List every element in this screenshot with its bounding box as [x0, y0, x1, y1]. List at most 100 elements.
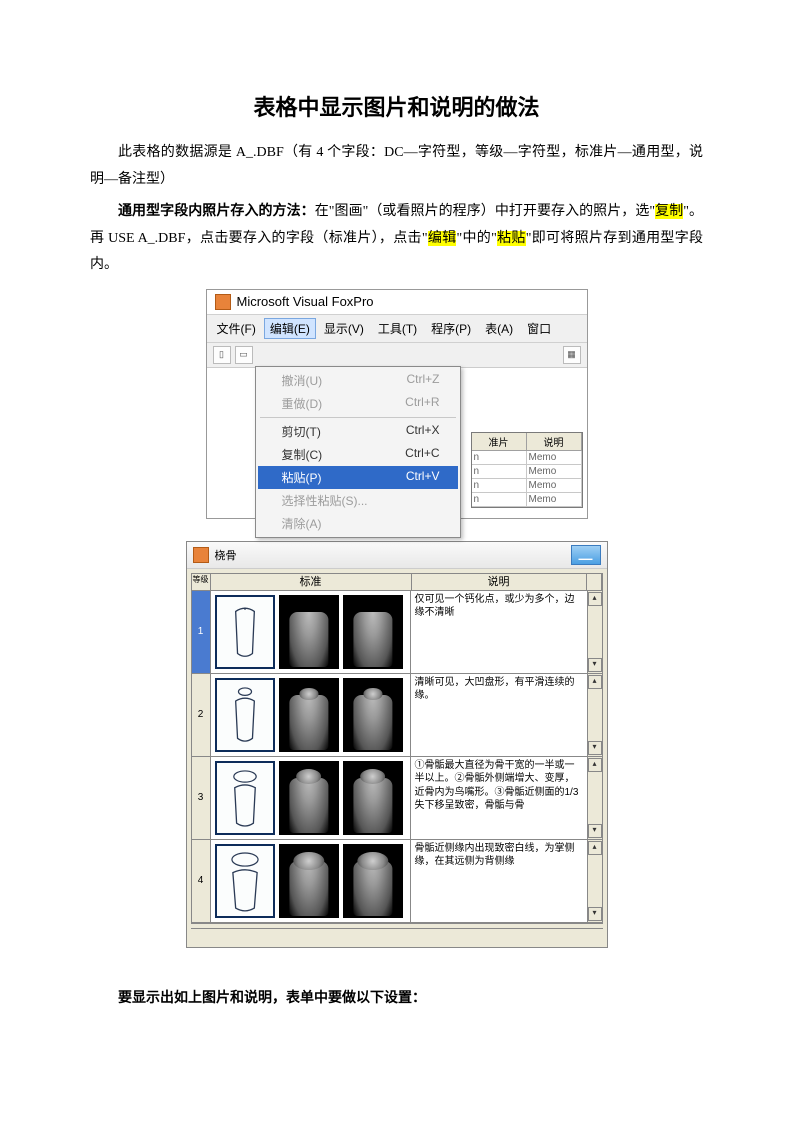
scroll-down-icon[interactable]: ▾	[588, 658, 602, 672]
bone-grid: 等级 1 2 3 4 标准 说明	[191, 573, 603, 924]
bone-window: 桡骨 — 等级 1 2 3 4 标准 说明	[186, 541, 608, 948]
method-lead: 通用型字段内照片存入的方法：	[118, 204, 315, 219]
foxpro-icon	[215, 294, 231, 310]
edit-dropdown: 撤消(U) Ctrl+Z 重做(D) Ctrl+R 剪切(T) Ctrl+X 复…	[255, 366, 461, 538]
bone-window-titlebar: 桡骨 —	[187, 542, 607, 569]
highlight-paste: 粘贴	[497, 231, 526, 246]
table-browse: 准片 说明 nMemo nMemo nMemo nMemo	[471, 432, 583, 508]
highlight-copy: 复制	[655, 204, 683, 219]
cell-desc: 骨骺近侧缘内出现致密白线，为掌侧缘，在其远侧为背侧缘	[411, 840, 588, 922]
edit-redo-label: 重做(D)	[282, 395, 323, 412]
xray-thumb-icon	[343, 761, 403, 835]
scroll-up-icon[interactable]: ▴	[588, 758, 602, 772]
edit-paste-accel: Ctrl+V	[406, 469, 440, 486]
edit-clear[interactable]: 清除(A)	[258, 512, 458, 535]
highlight-edit: 编辑	[428, 231, 457, 246]
cell-scrollbar[interactable]: ▴▾	[588, 674, 602, 756]
xray-thumb-icon	[279, 844, 339, 918]
tool-grid-icon[interactable]: ▦	[563, 346, 581, 364]
menu-table[interactable]: 表(A)	[479, 318, 519, 339]
dropdown-separator	[260, 417, 456, 418]
xray-thumb-icon	[343, 678, 403, 752]
cell-images	[211, 757, 411, 839]
cell-images	[211, 674, 411, 756]
intro-paragraph: 此表格的数据源是 A_.DBF（有 4 个字段：DC—字符型，等级—字符型，标准…	[90, 140, 703, 193]
scroll-down-icon[interactable]: ▾	[588, 907, 602, 921]
menu-view[interactable]: 显示(V)	[318, 318, 370, 339]
table-row[interactable]: nMemo	[472, 479, 582, 493]
bone-sketch-icon	[215, 844, 275, 918]
xray-thumb-icon	[343, 844, 403, 918]
bone-sketch-icon	[215, 761, 275, 835]
menu-file[interactable]: 文件(F)	[211, 318, 262, 339]
page-title: 表格中显示图片和说明的做法	[90, 90, 703, 122]
grid-row[interactable]: 仅可见一个钙化点，或少为多个，边缘不清晰 ▴▾	[211, 591, 602, 674]
edit-redo[interactable]: 重做(D) Ctrl+R	[258, 392, 458, 415]
foxpro-icon	[193, 547, 209, 563]
row-header-4[interactable]: 4	[192, 840, 210, 923]
grid-column-headers: 标准 说明	[211, 574, 602, 591]
grid-row[interactable]: 骨骺近侧缘内出现致密白线，为掌侧缘，在其远侧为背侧缘 ▴▾	[211, 840, 602, 923]
tool-open-icon[interactable]: ▭	[235, 346, 253, 364]
cell-scrollbar[interactable]: ▴▾	[588, 840, 602, 922]
col-header-desc[interactable]: 说明	[412, 574, 587, 590]
footer-paragraph: 要显示出如上图片和说明，表单中要做以下设置：	[90, 986, 703, 1013]
bone-sketch-icon	[215, 678, 275, 752]
scroll-down-icon[interactable]: ▾	[588, 824, 602, 838]
foxpro-menubar: 文件(F) 编辑(E) 显示(V) 工具(T) 程序(P) 表(A) 窗口	[207, 314, 587, 343]
xray-thumb-icon	[279, 761, 339, 835]
method-seg3: "中的"	[456, 231, 496, 246]
bone-sketch-icon	[215, 595, 275, 669]
foxpro-toolbar: ▯ ▭ ▦ 撤消(U) Ctrl+Z 重做(D) Ctrl+R 剪切(T) Ct…	[207, 343, 587, 368]
table-row[interactable]: nMemo	[472, 465, 582, 479]
row-header-3[interactable]: 3	[192, 757, 210, 840]
cell-scrollbar[interactable]: ▴▾	[588, 757, 602, 839]
tool-new-icon[interactable]: ▯	[213, 346, 231, 364]
row-header-1[interactable]: 1	[192, 591, 210, 674]
grid-row[interactable]: 清晰可见，大凹盘形，有平滑连续的缘。 ▴▾	[211, 674, 602, 757]
menu-program[interactable]: 程序(P)	[425, 318, 477, 339]
edit-paste-special[interactable]: 选择性粘贴(S)...	[258, 489, 458, 512]
scroll-down-icon[interactable]: ▾	[588, 741, 602, 755]
edit-paste[interactable]: 粘贴(P) Ctrl+V	[258, 466, 458, 489]
edit-cut[interactable]: 剪切(T) Ctrl+X	[258, 420, 458, 443]
foxpro-titlebar: Microsoft Visual FoxPro	[207, 290, 587, 314]
foxpro-title: Microsoft Visual FoxPro	[237, 294, 374, 309]
col-standard[interactable]: 准片	[472, 433, 527, 451]
cell-images	[211, 840, 411, 922]
cell-desc: ①骨骺最大直径为骨干宽的一半或一半以上。②骨骺外侧端增大、变厚，近骨内为鸟嘴形。…	[411, 757, 588, 839]
col-header-standard[interactable]: 标准	[211, 574, 412, 590]
edit-copy[interactable]: 复制(C) Ctrl+C	[258, 443, 458, 466]
scroll-up-icon[interactable]: ▴	[588, 592, 602, 606]
row-header-2[interactable]: 2	[192, 674, 210, 757]
scrollbar-head	[587, 574, 602, 590]
menu-window[interactable]: 窗口	[521, 318, 557, 339]
table-row[interactable]: nMemo	[472, 451, 582, 465]
minimize-button[interactable]: —	[571, 545, 601, 565]
grid-left-head: 等级	[192, 574, 210, 591]
cell-desc: 仅可见一个钙化点，或少为多个，边缘不清晰	[411, 591, 588, 673]
edit-paste-special-label: 选择性粘贴(S)...	[282, 492, 368, 509]
col-desc[interactable]: 说明	[527, 433, 582, 451]
xray-thumb-icon	[279, 595, 339, 669]
scroll-up-icon[interactable]: ▴	[588, 841, 602, 855]
edit-redo-accel: Ctrl+R	[405, 395, 439, 412]
table-row[interactable]: nMemo	[472, 493, 582, 507]
cell-images	[211, 591, 411, 673]
xray-thumb-icon	[343, 595, 403, 669]
cell-desc: 清晰可见，大凹盘形，有平滑连续的缘。	[411, 674, 588, 756]
edit-copy-label: 复制(C)	[282, 446, 323, 463]
menu-tools[interactable]: 工具(T)	[372, 318, 423, 339]
grid-row-headers: 等级 1 2 3 4	[192, 574, 211, 923]
foxpro-screenshot: Microsoft Visual FoxPro 文件(F) 编辑(E) 显示(V…	[206, 289, 588, 519]
edit-undo-accel: Ctrl+Z	[407, 372, 440, 389]
cell-scrollbar[interactable]: ▴▾	[588, 591, 602, 673]
scroll-up-icon[interactable]: ▴	[588, 675, 602, 689]
edit-undo[interactable]: 撤消(U) Ctrl+Z	[258, 369, 458, 392]
xray-thumb-icon	[279, 678, 339, 752]
menu-edit[interactable]: 编辑(E)	[264, 318, 316, 339]
grid-row[interactable]: ①骨骺最大直径为骨干宽的一半或一半以上。②骨骺外侧端增大、变厚，近骨内为鸟嘴形。…	[211, 757, 602, 840]
method-seg1: 在"图画"（或看照片的程序）中打开要存入的照片，选"	[315, 204, 655, 219]
edit-clear-label: 清除(A)	[282, 515, 322, 532]
horizontal-scrollbar[interactable]	[191, 928, 603, 943]
